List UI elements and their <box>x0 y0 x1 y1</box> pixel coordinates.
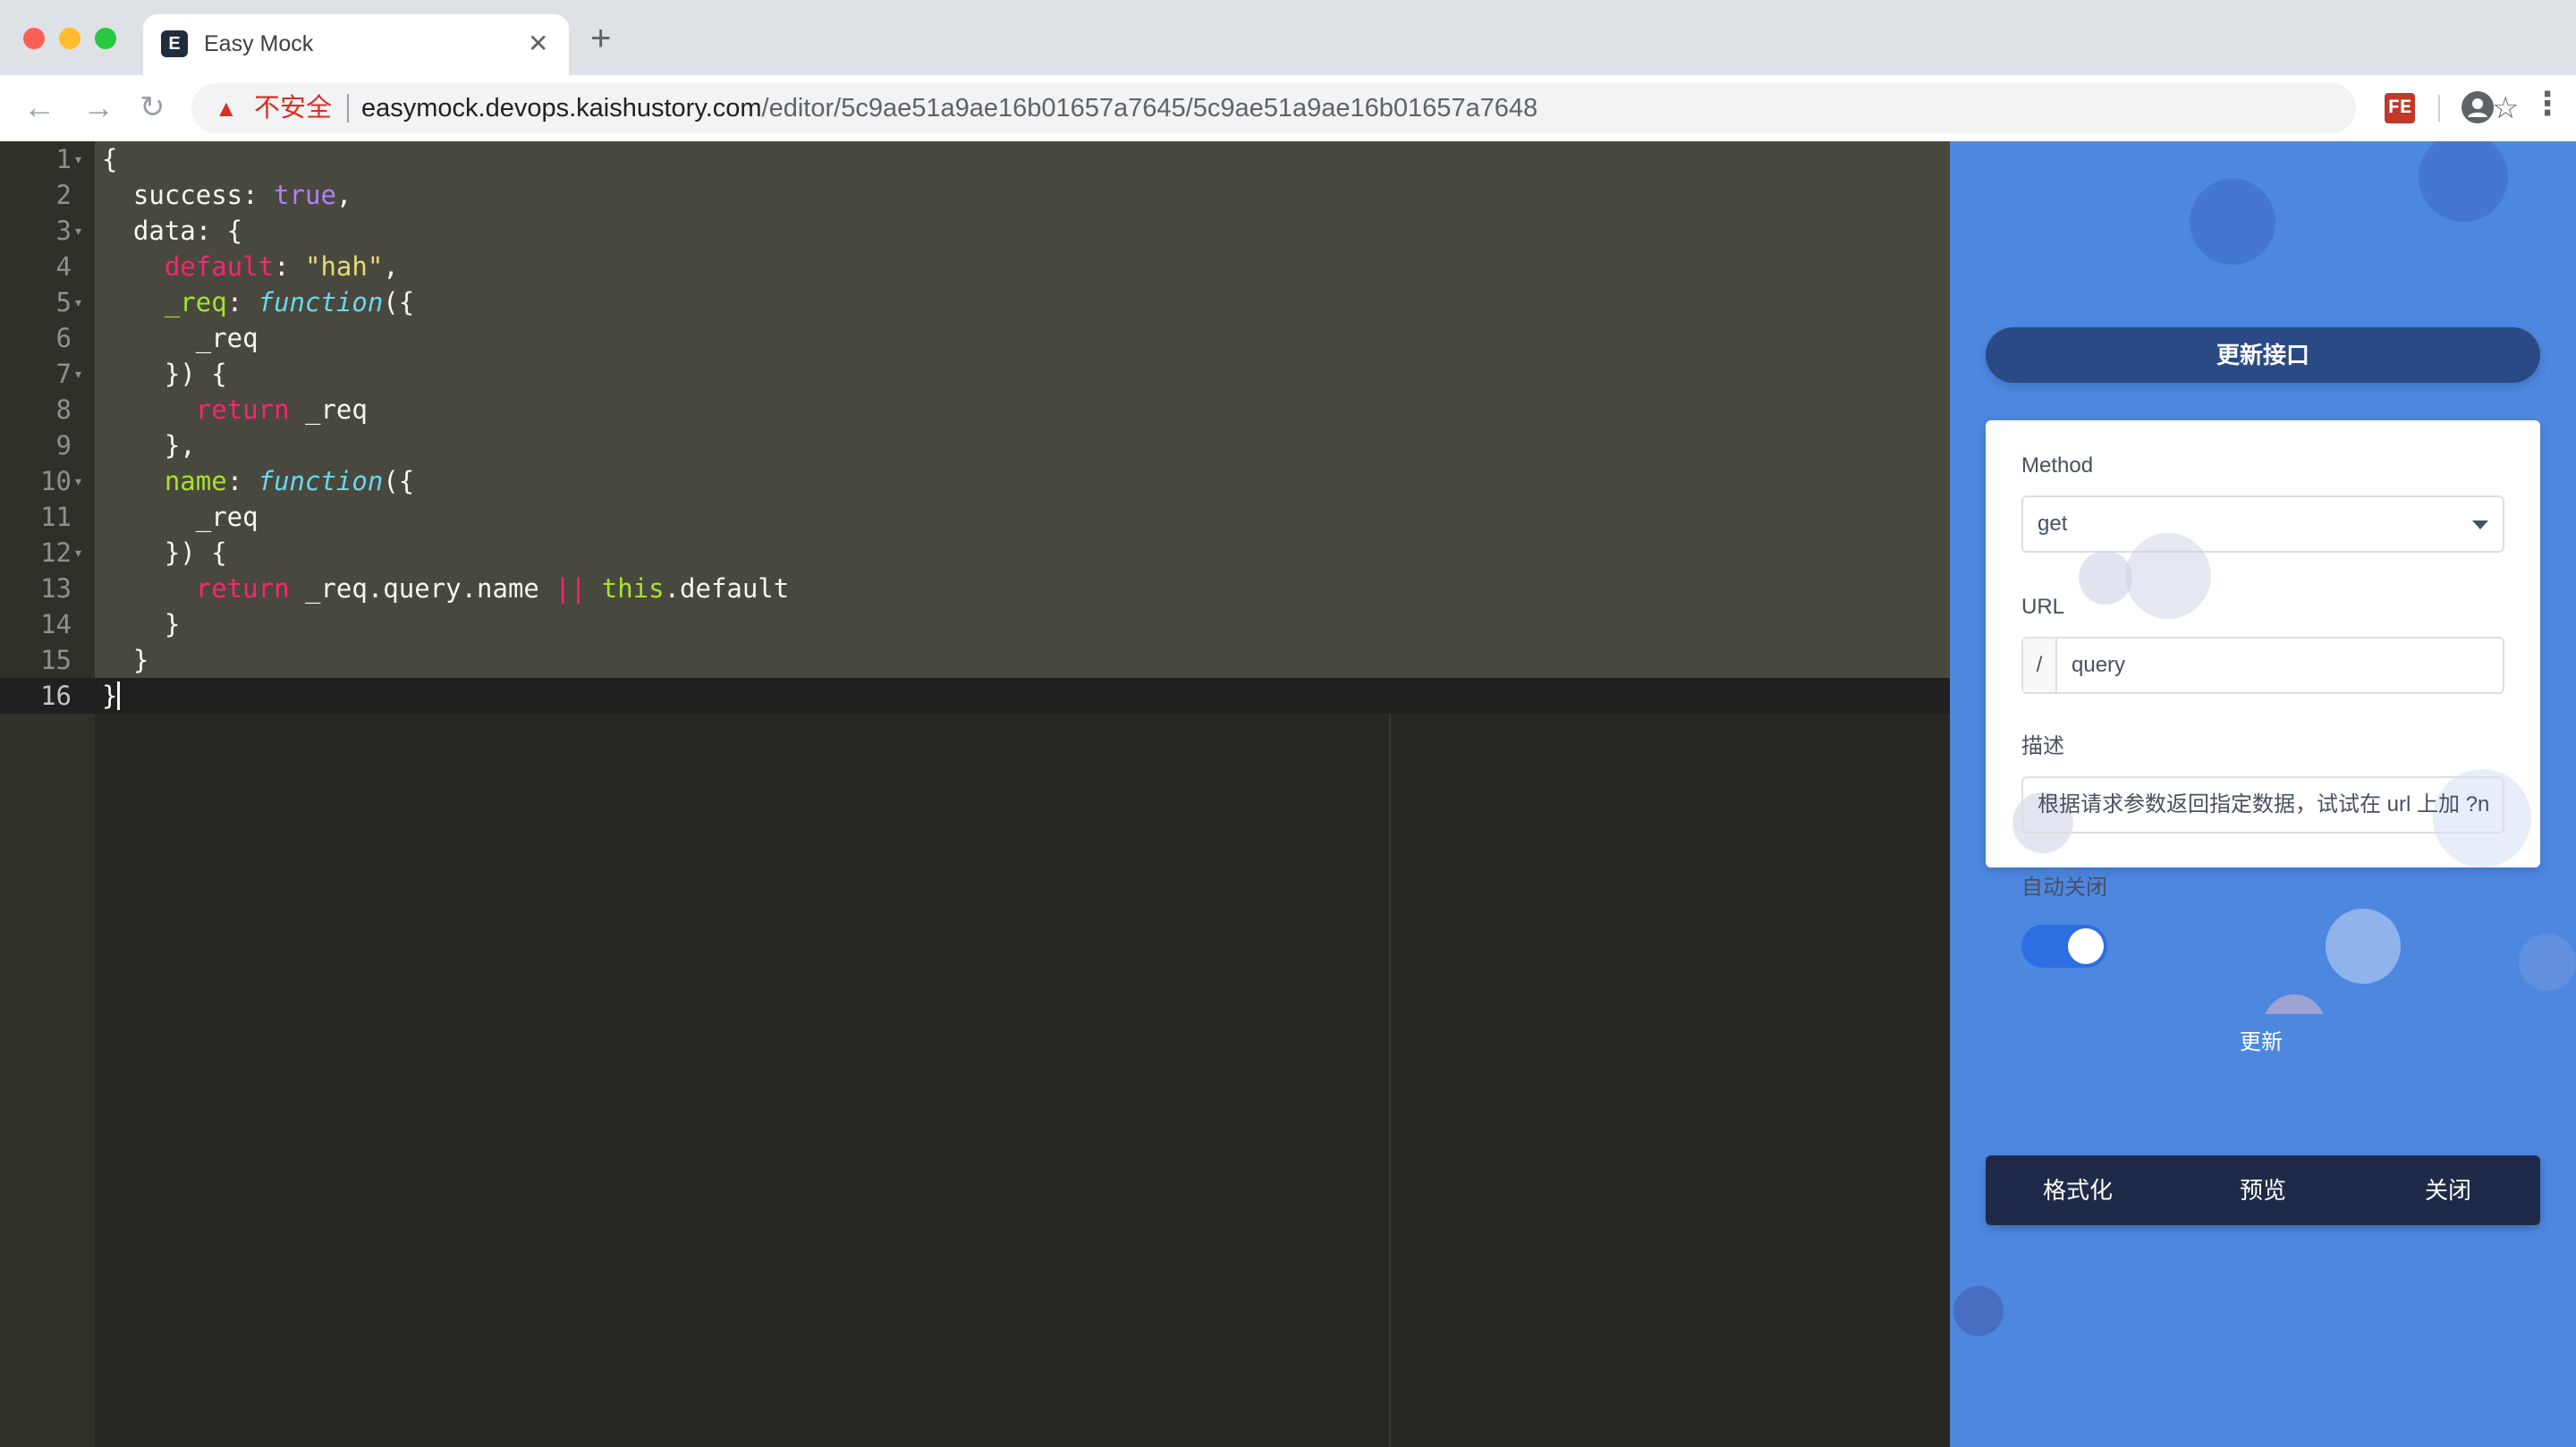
code-line: } <box>102 645 149 675</box>
fold-arrow-icon[interactable]: ▾ <box>75 356 81 392</box>
close-button[interactable]: 关闭 <box>2356 1155 2540 1225</box>
reload-icon[interactable]: ↻ <box>140 89 165 125</box>
line-number: 15 <box>40 645 72 675</box>
toggle-knob <box>2068 928 2104 964</box>
description-label: 描述 <box>2021 734 2064 758</box>
menu-icon[interactable]: ⋮ <box>2531 86 2563 122</box>
action-bar: 格式化 预览 关闭 <box>1986 1155 2540 1225</box>
auto-close-toggle[interactable] <box>2021 925 2107 968</box>
code-line: success: true, <box>102 180 352 210</box>
line-number: 5 <box>55 287 72 317</box>
method-select[interactable]: get <box>2021 495 2504 553</box>
line-number: 8 <box>55 394 72 425</box>
line-number: 11 <box>40 502 72 532</box>
line-number: 7 <box>55 359 72 389</box>
decorative-bubble <box>2079 551 2132 605</box>
text-cursor <box>117 681 120 710</box>
browser-tab-strip: E Easy Mock ✕ + <box>0 0 2576 75</box>
decorative-bubble <box>2419 141 2508 222</box>
description-input[interactable]: 根据请求参数返回指定数据，试试在 url 上加 ?n <box>2021 776 2504 834</box>
back-icon[interactable]: ← <box>23 89 55 125</box>
code-line: _req <box>102 323 258 353</box>
line-number: 4 <box>55 251 72 282</box>
code-line: return _req.query.name || this.default <box>195 573 790 604</box>
security-status[interactable]: 不安全 <box>254 94 332 123</box>
profile-icon[interactable] <box>2462 91 2494 123</box>
code-line: }) { <box>102 359 227 389</box>
decorative-bubble <box>2326 909 2401 984</box>
line-number: 2 <box>55 180 72 210</box>
url-host: easymock.devops.kaishustory.com <box>361 94 762 123</box>
decorative-bubble <box>1953 1286 2004 1336</box>
warning-icon: ▲ <box>215 95 238 122</box>
fold-arrow-icon[interactable]: ▾ <box>75 463 81 499</box>
address-divider <box>347 94 349 123</box>
forward-icon[interactable]: → <box>82 89 114 125</box>
code-editor[interactable]: 1 2 3 4 5 6 7 8 9 10 11 12 13 14 15 16 ▾… <box>0 141 1950 1447</box>
url-prefix: / <box>2023 639 2057 692</box>
browser-toolbar: ← → ↻ ▲ 不安全 easymock.devops.kaishustory.… <box>0 75 2576 142</box>
panel-title: 更新接口 <box>1986 327 2540 383</box>
tab-title: Easy Mock <box>204 31 314 56</box>
decorative-bubble <box>2125 533 2211 619</box>
window-zoom-button[interactable] <box>95 28 116 49</box>
easy-mock-favicon-icon: E <box>161 30 188 57</box>
fold-arrow-icon[interactable]: ▾ <box>75 284 81 320</box>
url-path: /editor/5c9ae51a9ae16b01657a7645/5c9ae51… <box>761 94 1538 123</box>
line-number: 14 <box>40 609 72 639</box>
format-button[interactable]: 格式化 <box>1986 1155 2170 1225</box>
update-button[interactable]: 更新 <box>2021 1014 2501 1071</box>
description-value: 根据请求参数返回指定数据，试试在 url 上加 ?n <box>2038 792 2490 817</box>
line-number: 13 <box>40 573 72 604</box>
window-minimize-button[interactable] <box>59 28 80 49</box>
decorative-bubble <box>2190 179 2275 265</box>
code-line: }, <box>102 430 196 461</box>
line-number: 6 <box>55 323 72 353</box>
line-number: 3 <box>55 216 72 246</box>
code-line: } <box>102 681 118 711</box>
url-input[interactable]: query <box>2072 639 2125 692</box>
interface-panel: 更新接口 Method get URL / query 描述 根据请求参数返回指… <box>1950 141 2576 1447</box>
url-label: URL <box>2021 595 2065 619</box>
toolbar-divider <box>2438 95 2440 122</box>
code-line: data: { <box>102 216 243 246</box>
url-text[interactable]: easymock.devops.kaishustory.com/editor/5… <box>361 94 1538 123</box>
code-line: name: function({ <box>164 466 415 496</box>
code-line: }) { <box>102 537 227 568</box>
method-value: get <box>2038 512 2068 536</box>
fold-arrow-icon[interactable]: ▾ <box>75 141 81 177</box>
line-number: 12 <box>40 537 72 568</box>
line-number: 9 <box>55 430 72 461</box>
code-line: return _req <box>195 394 368 425</box>
fold-arrow-icon[interactable]: ▾ <box>75 213 81 249</box>
address-bar[interactable]: ▲ 不安全 easymock.devops.kaishustory.com/ed… <box>191 83 2519 133</box>
extension-icon[interactable]: FE <box>2385 93 2415 123</box>
fold-arrow-icon[interactable]: ▾ <box>75 535 81 571</box>
browser-tab-active[interactable]: E Easy Mock ✕ <box>143 14 569 75</box>
code-line: default: "hah", <box>164 251 399 282</box>
form-card: Method get URL / query 描述 根据请求参数返回指定数据，试… <box>1986 420 2540 1071</box>
url-field[interactable]: / query <box>2021 637 2504 694</box>
line-number: 10 <box>40 466 72 496</box>
line-number: 1 <box>55 144 72 174</box>
tab-close-icon[interactable]: ✕ <box>528 30 548 57</box>
chevron-down-icon <box>2472 520 2488 529</box>
preview-button[interactable]: 预览 <box>2171 1155 2355 1225</box>
window-close-button[interactable] <box>23 28 45 49</box>
new-tab-button[interactable]: + <box>590 21 611 56</box>
code-line: _req <box>102 502 258 532</box>
active-line-highlight <box>0 678 1950 714</box>
code-line: _req: function({ <box>164 287 415 317</box>
star-icon[interactable]: ☆ <box>2492 92 2519 124</box>
code-line: { <box>102 144 118 174</box>
auto-close-label: 自动关闭 <box>2021 876 2107 900</box>
code-line: } <box>102 609 181 639</box>
decorative-bubble <box>2519 934 2576 991</box>
method-label: Method <box>2021 453 2094 478</box>
print-margin <box>1389 714 1391 1447</box>
line-number: 16 <box>40 681 72 711</box>
